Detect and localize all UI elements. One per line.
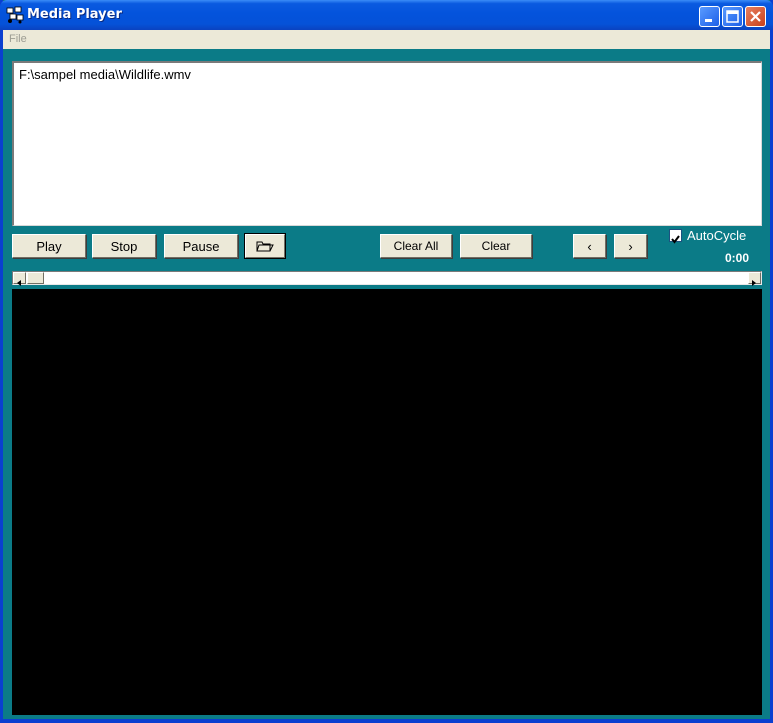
seek-bar[interactable]	[12, 271, 762, 286]
minimize-icon	[705, 19, 712, 22]
arrow-right-icon	[752, 280, 756, 286]
menu-file[interactable]: File	[9, 33, 27, 45]
clear-button[interactable]: Clear	[460, 234, 532, 258]
pause-button[interactable]: Pause	[164, 234, 238, 258]
playlist-box[interactable]: F:\sampel media\Wildlife.wmv	[12, 61, 762, 226]
window-title: Media Player	[27, 7, 122, 22]
clear-all-button[interactable]: Clear All	[380, 234, 452, 258]
folder-open-icon	[256, 241, 274, 252]
playlist-item[interactable]: F:\sampel media\Wildlife.wmv	[19, 67, 191, 82]
previous-button[interactable]: ‹	[573, 234, 606, 258]
media-player-icon	[6, 6, 24, 24]
play-button[interactable]: Play	[12, 234, 86, 258]
close-button[interactable]	[745, 6, 766, 27]
title-bar[interactable]: Media Player	[0, 0, 773, 30]
maximize-button[interactable]	[722, 6, 743, 27]
open-file-button[interactable]	[245, 234, 285, 258]
time-display: 0:00	[725, 251, 750, 265]
minimize-button[interactable]	[699, 6, 720, 27]
arrow-left-icon	[17, 280, 21, 286]
maximize-icon	[726, 10, 739, 23]
close-icon	[750, 11, 761, 22]
autocycle-checkbox[interactable]	[669, 229, 682, 244]
seek-right-arrow[interactable]	[748, 272, 761, 286]
seek-thumb[interactable]	[27, 272, 44, 284]
autocycle-label[interactable]: AutoCycle	[687, 228, 746, 243]
video-display[interactable]	[12, 289, 762, 715]
menu-bar: File	[3, 30, 770, 49]
next-button[interactable]: ›	[614, 234, 647, 258]
stop-button[interactable]: Stop	[92, 234, 156, 258]
seek-left-arrow[interactable]	[13, 272, 26, 286]
checkmark-icon	[671, 235, 680, 244]
media-player-window: Media Player File F:\sampel media\Wildli…	[0, 0, 773, 723]
